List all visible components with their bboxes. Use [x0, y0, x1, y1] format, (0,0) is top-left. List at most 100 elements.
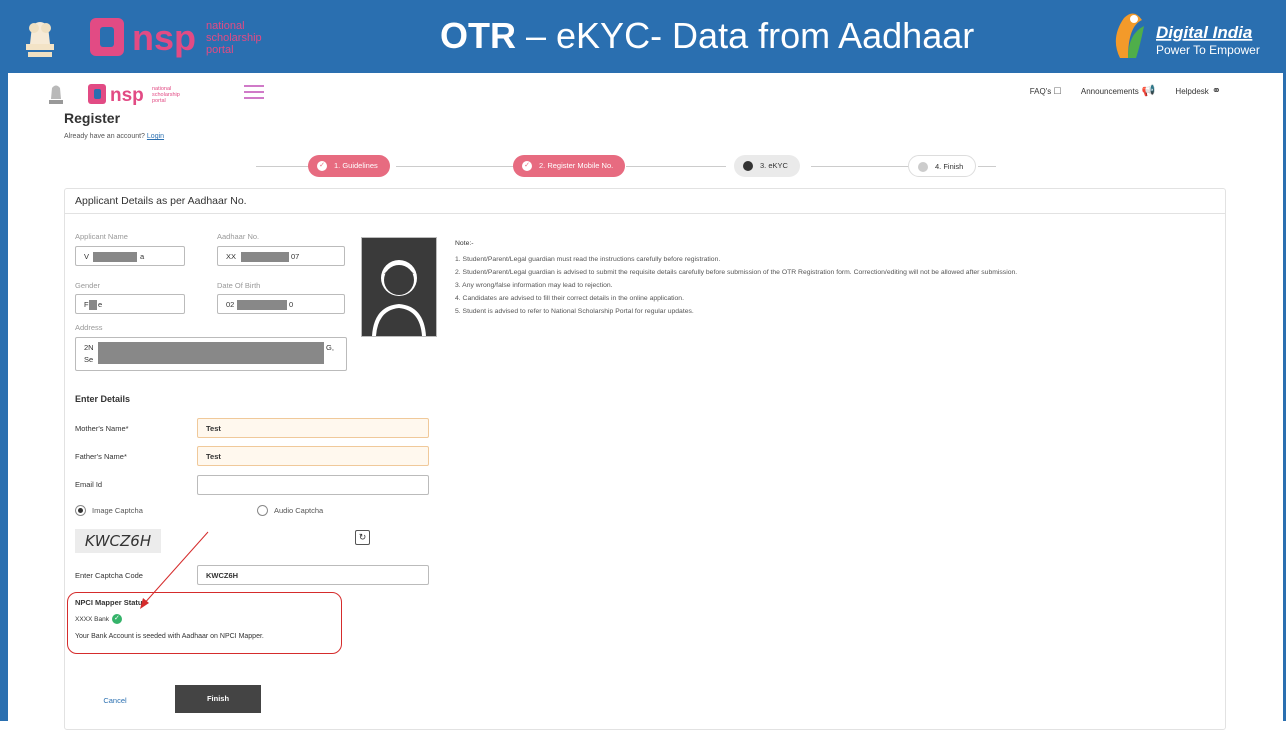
dob-field: 02 0 [217, 294, 345, 314]
nsp-tagline-2: scholarship [206, 32, 262, 44]
mother-name-label: Mother's Name* [75, 424, 129, 433]
email-input[interactable] [197, 475, 429, 495]
image-captcha-radio[interactable]: Image Captcha [75, 505, 143, 516]
applicant-photo [361, 237, 437, 337]
father-name-input[interactable] [197, 446, 429, 466]
announcements-label: Announcements [1080, 87, 1139, 96]
headset-icon: ⚭ [1211, 85, 1221, 97]
slide-title-rest: – eKYC- Data from Aadhaar [516, 15, 975, 56]
stepper-line [626, 166, 726, 167]
check-icon: ✓ [317, 161, 327, 171]
step-label: 1. Guidelines [334, 161, 378, 170]
top-navbar: nsp national scholarship portal FAQ's □ A… [8, 73, 1283, 113]
nsp-logo: nsp national scholarship portal [90, 17, 262, 58]
nsp-brand-text: nsp [132, 17, 196, 58]
panel-heading: Applicant Details as per Aadhaar No. [65, 189, 1225, 214]
address-line1-prefix: 2N [84, 343, 94, 352]
stepper-line [811, 166, 911, 167]
login-prompt: Already have an account? Login [64, 133, 164, 140]
address-line2-prefix: Se [84, 355, 94, 364]
mother-name-input[interactable] [197, 418, 429, 438]
verified-check-icon: ✓ [111, 614, 122, 624]
slide-title: OTR – eKYC- Data from Aadhaar [440, 12, 974, 60]
email-label: Email Id [75, 480, 103, 489]
helpdesk-label: Helpdesk [1175, 87, 1209, 96]
chat-icon: □ [1054, 84, 1061, 97]
nsp-small-brand: nsp [110, 85, 144, 106]
aadhaar-suffix: 07 [291, 252, 300, 261]
address-label: Address [75, 323, 103, 332]
nsp-tagline-3: portal [206, 44, 234, 56]
stepper-line [396, 166, 516, 167]
slide-header: nsp national scholarship portal OTR – eK… [0, 0, 1286, 73]
national-emblem-icon [26, 22, 54, 57]
redaction-mask [237, 300, 287, 310]
registration-stepper: ✓ 1. Guidelines ✓ 2. Register Mobile No. 3… [256, 155, 996, 179]
father-name-label: Father's Name* [75, 452, 127, 461]
helpdesk-link[interactable]: Helpdesk ⚭ [1175, 84, 1221, 97]
nsp-small-tagline-3: portal [152, 98, 166, 104]
captcha-code-input[interactable] [197, 565, 429, 585]
audio-captcha-radio[interactable]: Audio Captcha [257, 505, 323, 516]
announcements-link[interactable]: Announcements 📢 [1081, 84, 1156, 97]
notes-block: Note:- 1. Student/Parent/Legal guardian … [455, 237, 1215, 318]
note-item: 5. Student is advised to refer to Nation… [455, 308, 694, 315]
address-line1-suffix: G, [326, 343, 334, 352]
faq-link[interactable]: FAQ's □ [1030, 85, 1061, 97]
step-label: 2. Register Mobile No. [539, 161, 614, 170]
page-title: Register [64, 110, 121, 126]
gender-label: Gender [75, 281, 101, 290]
national-emblem-small-icon [49, 85, 63, 104]
notes-heading: Note:- [455, 240, 474, 247]
step-finish[interactable]: 4. Finish [908, 155, 977, 177]
step-label: 3. eKYC [760, 161, 788, 170]
faq-label: FAQ's [1029, 86, 1052, 96]
megaphone-icon: 📢 [1141, 85, 1156, 97]
nsp-tagline-1: national [206, 20, 245, 32]
step-guidelines[interactable]: ✓ 1. Guidelines [308, 155, 390, 177]
note-item: 2. Student/Parent/Legal guardian is advi… [455, 269, 1018, 276]
address-field: 2N Se G, [75, 337, 347, 371]
step-register-mobile[interactable]: ✓ 2. Register Mobile No. [513, 155, 626, 177]
enter-details-heading: Enter Details [75, 394, 131, 404]
aadhaar-prefix: XX [226, 252, 237, 261]
gender-prefix: F [84, 300, 89, 309]
radio-unselected-icon [257, 505, 268, 516]
applicant-name-label: Applicant Name [75, 232, 128, 241]
step-dot-icon [918, 162, 928, 172]
step-ekyc[interactable]: 3. eKYC [734, 155, 800, 177]
refresh-captcha-icon[interactable]: ↻ [355, 530, 370, 545]
digital-india-logo: Digital India Power To Empower [1115, 13, 1260, 59]
aadhaar-field: XX 07 [217, 246, 345, 266]
dob-suffix: 0 [289, 300, 294, 309]
avatar-icon [362, 238, 436, 336]
nsp-small-logo[interactable]: nsp national scholarship portal [88, 82, 208, 106]
slide-frame-left [0, 73, 8, 721]
note-item: 1. Student/Parent/Legal guardian must re… [455, 256, 721, 263]
stepper-line [256, 166, 316, 167]
finish-button[interactable]: Finish [175, 685, 261, 713]
note-item: 4. Candidates are advised to fill their … [455, 295, 684, 302]
note-item: 3. Any wrong/false information may lead … [455, 282, 613, 289]
name-prefix: V [84, 252, 90, 261]
digital-india-name: Digital India [1156, 23, 1252, 42]
slide-title-bold: OTR [440, 15, 516, 56]
nsp-app-screen: nsp national scholarship portal FAQ's □ A… [8, 73, 1283, 730]
image-captcha-label: Image Captcha [92, 506, 143, 515]
check-icon: ✓ [522, 161, 532, 171]
hamburger-menu-icon[interactable] [244, 85, 264, 101]
npci-bank-row: XXXX Bank ✓ [75, 614, 122, 624]
cancel-button[interactable]: Cancel [85, 689, 145, 713]
login-link[interactable]: Login [147, 133, 164, 140]
radio-selected-icon [75, 505, 86, 516]
name-suffix: a [140, 252, 145, 261]
redaction-mask [93, 252, 137, 262]
dob-prefix: 02 [226, 300, 235, 309]
gender-suffix: e [98, 300, 103, 309]
captcha-image: KWCZ6H [75, 529, 161, 553]
applicant-name-field: V a [75, 246, 185, 266]
aadhaar-label: Aadhaar No. [217, 232, 260, 241]
captcha-code-label: Enter Captcha Code [75, 571, 143, 580]
redaction-mask [98, 342, 324, 364]
npci-status-title: NPCI Mapper Status [75, 598, 147, 607]
